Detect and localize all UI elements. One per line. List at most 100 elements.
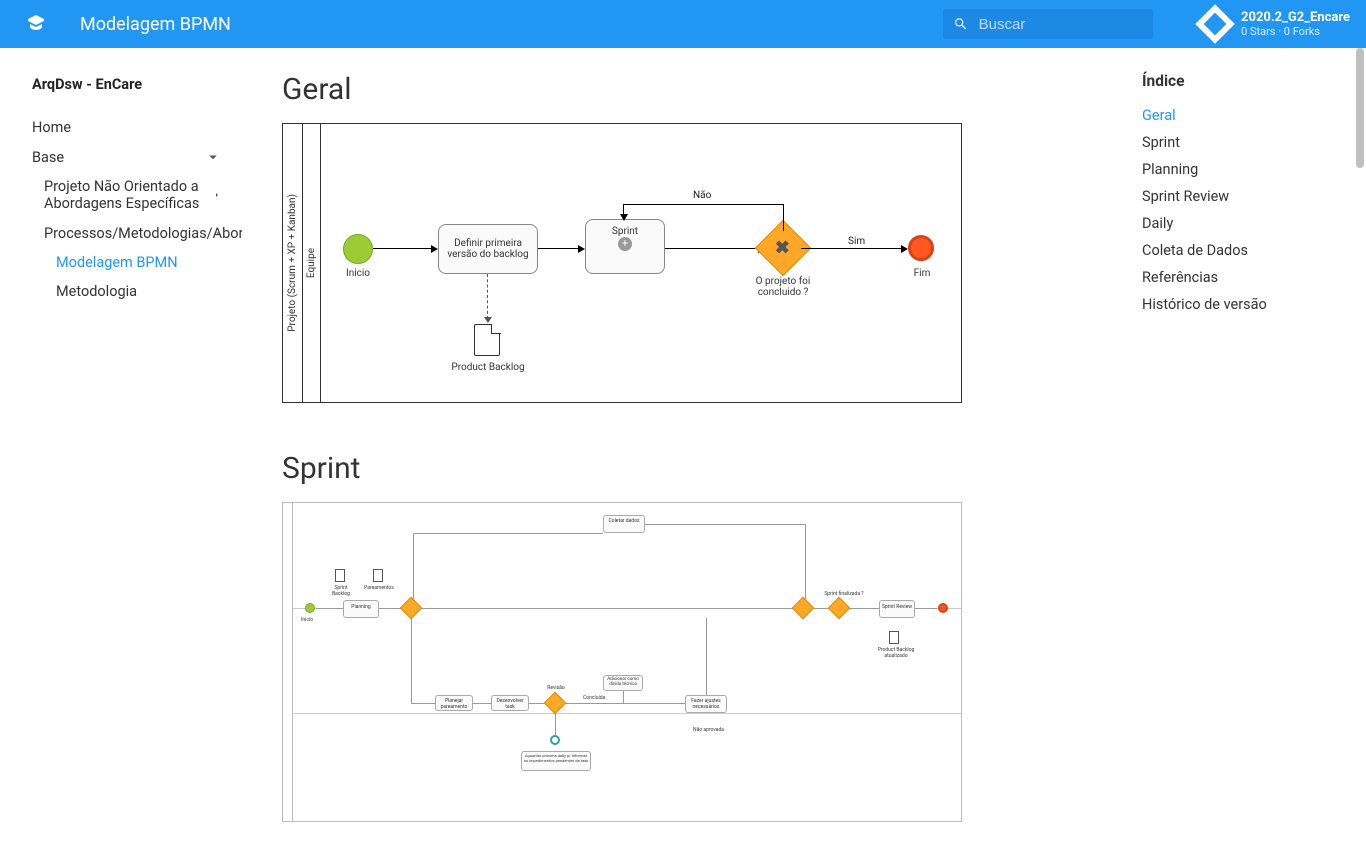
flow-arrow: [805, 524, 806, 601]
gateway-label: O projeto foi concluido ?: [733, 276, 833, 298]
bpmn-task-fazer-ajustes: Fazer ajustes necessários: [685, 695, 727, 713]
sidebar-nav: ArqDsw - EnCare Home Base Projeto Não Or…: [0, 48, 242, 768]
repo-link[interactable]: 2020.2_G2_Encare 0 Stars · 0 Forks: [1201, 10, 1350, 38]
bpmn-subprocess-coletar-dados: Coletar dados: [603, 515, 645, 533]
flow-arrow: [849, 608, 879, 609]
bpmn-gateway-parallel: [792, 597, 815, 620]
main-content: Geral Projeto (Scrum + XP + Kanban) Equi…: [242, 48, 1002, 862]
repo-icon: [1195, 4, 1235, 44]
doc-label: Sprint Backlog: [325, 585, 357, 597]
bpmn-start-event: [343, 234, 373, 264]
chevron-down-icon: [204, 148, 222, 166]
scrollbar-thumb[interactable]: [1356, 48, 1364, 168]
pool-label: Projeto (Scrum + XP + Kanban): [283, 124, 303, 402]
toc-title: Índice: [1142, 72, 1350, 90]
flow-arrow: [413, 533, 603, 534]
flow-label-nao-aprovada: Não aprovada: [693, 727, 724, 733]
flow-arrow: [411, 703, 435, 704]
app-header: Modelagem BPMN 2020.2_G2_Encare 0 Stars …: [0, 0, 1366, 48]
flow-label-concluida: Concluída: [583, 695, 605, 701]
project-title: ArqDsw - EnCare: [24, 72, 230, 97]
toc-item-sprint[interactable]: Sprint: [1142, 129, 1350, 156]
bpmn-diagram-sprint: Coletar dados Inicio Sprint Backlog Pare…: [282, 502, 962, 822]
search-icon: [953, 15, 969, 33]
bpmn-task-adicionar-divida: Adicionar como dívida técnica: [603, 675, 643, 691]
nav-metodologia[interactable]: Metodologia: [24, 277, 230, 306]
arrow-head-icon: [484, 317, 492, 323]
arrow-head-icon: [620, 214, 628, 221]
bpmn-subprocess-planning: Planning: [343, 600, 379, 618]
lane-label: Equipe: [303, 124, 321, 402]
flow-label-yes: Sim: [848, 236, 865, 247]
arrow-head-icon: [431, 245, 438, 253]
flow-arrow: [665, 248, 758, 249]
bpmn-data-object: [474, 324, 500, 356]
bpmn-diagram-geral: Projeto (Scrum + XP + Kanban) Equipe Ini…: [282, 123, 962, 403]
doc-label: Product Backlog: [448, 362, 528, 373]
doc-label: Product Backlog atualizado: [873, 647, 919, 659]
x-icon: ✖: [775, 238, 790, 259]
flow-arrow: [411, 618, 412, 703]
toc-item-daily[interactable]: Daily: [1142, 210, 1350, 237]
pool-label: [283, 503, 293, 821]
flow-arrow: [623, 204, 783, 205]
flow-arrow: [706, 618, 707, 695]
toc-item-sprint-review[interactable]: Sprint Review: [1142, 183, 1350, 210]
chevron-down-icon: [214, 224, 222, 242]
toc-item-historico[interactable]: Histórico de versão: [1142, 291, 1350, 318]
nav-home[interactable]: Home: [24, 113, 230, 142]
toc-item-coleta[interactable]: Coleta de Dados: [1142, 237, 1350, 264]
flow-arrow: [373, 248, 431, 249]
flow-arrow: [473, 703, 491, 704]
bpmn-gateway-parallel: [400, 597, 423, 620]
heading-sprint: Sprint: [282, 451, 962, 486]
bpmn-gateway-exclusive: [544, 692, 567, 715]
nav-modelagem-bpmn[interactable]: Modelagem BPMN: [24, 248, 230, 277]
bpmn-task-definir-backlog: Definir primeira versão do backlog: [438, 224, 538, 274]
toc-item-geral[interactable]: Geral: [1142, 102, 1350, 129]
table-of-contents: Índice Geral Sprint Planning Sprint Revi…: [1126, 48, 1366, 768]
flow-arrow: [915, 608, 937, 609]
bpmn-data-object: [335, 569, 345, 582]
doc-label: Pareamentos: [363, 585, 395, 591]
start-label: Inicio: [336, 268, 380, 279]
flow-label-no: Não: [693, 190, 711, 201]
expand-subprocess-icon[interactable]: +: [618, 237, 632, 251]
repo-meta: 0 Stars · 0 Forks: [1241, 25, 1350, 38]
bpmn-data-object: [373, 569, 383, 582]
bpmn-subprocess-sprint-review: Sprint Review: [879, 600, 915, 618]
bpmn-end-event: [938, 603, 948, 613]
flow-arrow: [316, 608, 343, 609]
repo-name: 2020.2_G2_Encare: [1241, 10, 1350, 25]
toc-item-referencias[interactable]: Referências: [1142, 264, 1350, 291]
bpmn-task-aguardar-daily: Aguardar próxima daily p/ informar os im…: [521, 751, 591, 771]
flow-arrow: [413, 533, 414, 607]
bpmn-intermediate-event: [550, 735, 560, 745]
flow-arrow: [538, 248, 578, 249]
logo-icon[interactable]: [24, 12, 48, 36]
gateway-label: Sprint finalizada ?: [823, 591, 865, 597]
search-input[interactable]: [979, 16, 1143, 33]
nav-processos[interactable]: Processos/Metodologias/Abordagens: [24, 218, 230, 248]
arrow-head-icon: [901, 245, 908, 253]
start-label: Inicio: [301, 617, 313, 623]
page-title: Modelagem BPMN: [80, 14, 943, 35]
heading-geral: Geral: [282, 72, 962, 107]
bpmn-task-desenvolver: Desenvolver task: [491, 695, 529, 711]
bpmn-data-association: [487, 274, 488, 319]
search-box[interactable]: [943, 9, 1153, 39]
bpmn-subprocess-sprint: Sprint +: [585, 219, 665, 274]
gateway-label: Revisão: [541, 685, 571, 691]
flow-arrow: [421, 608, 795, 609]
bpmn-gateway-exclusive: ✖: [763, 228, 803, 268]
chevron-right-icon: [212, 186, 222, 204]
bpmn-end-event: [908, 235, 934, 261]
nav-base[interactable]: Base: [24, 142, 230, 172]
flow-arrow: [783, 204, 784, 231]
nav-projeto[interactable]: Projeto Não Orientado a Abordagens Espec…: [24, 172, 230, 218]
end-label: Fim: [905, 268, 939, 279]
lane-separator: [293, 713, 961, 714]
arrow-head-icon: [578, 245, 585, 253]
toc-item-planning[interactable]: Planning: [1142, 156, 1350, 183]
flow-arrow: [645, 524, 805, 525]
